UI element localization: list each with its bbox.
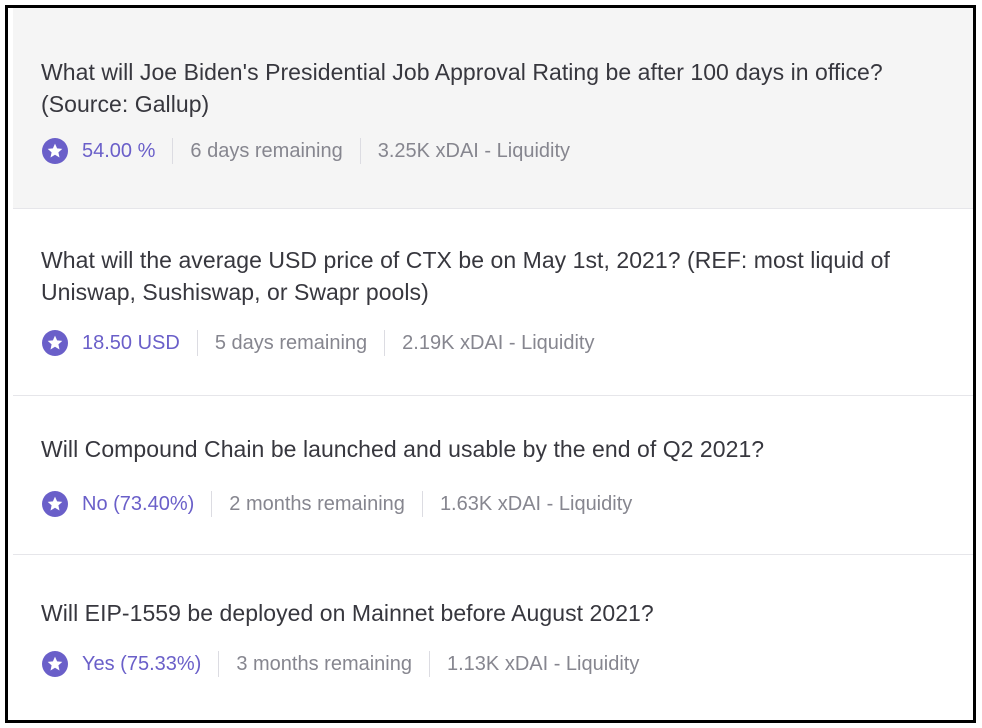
liquidity: 3.25K xDAI - Liquidity [377, 139, 571, 162]
divider [384, 330, 386, 356]
market-title[interactable]: What will the average USD price of CTX b… [41, 244, 945, 308]
time-remaining: 6 days remaining [190, 139, 343, 162]
divider [429, 651, 430, 677]
outcome-value: Yes (75.33%) [82, 652, 202, 675]
liquidity: 1.13K xDAI - Liquidity [447, 652, 640, 675]
liquidity: 1.63K xDAI - Liquidity [439, 492, 633, 515]
market-title[interactable]: What will Joe Biden's Presidential Job A… [41, 56, 945, 120]
market-title[interactable]: Will EIP-1559 be deployed on Mainnet bef… [41, 597, 945, 629]
divider [211, 491, 213, 517]
star-icon [42, 491, 68, 517]
outcome-value: 18.50 USD [82, 331, 180, 354]
market-card[interactable]: What will Joe Biden's Presidential Job A… [13, 8, 973, 209]
market-list: What will Joe Biden's Presidential Job A… [13, 8, 973, 720]
divider [359, 138, 361, 164]
time-remaining: 3 months remaining [236, 652, 412, 675]
star-icon [42, 330, 68, 356]
star-icon [42, 138, 68, 164]
outcome-value: No (73.40%) [82, 492, 195, 515]
market-meta: No (73.40%) 2 months remaining 1.63K xDA… [42, 490, 632, 518]
divider [196, 330, 198, 356]
market-meta: 18.50 USD 5 days remaining 2.19K xDAI - … [42, 329, 594, 357]
liquidity: 2.19K xDAI - Liquidity [402, 331, 595, 354]
market-card[interactable]: Will Compound Chain be launched and usab… [13, 396, 973, 555]
market-meta: 54.00 % 6 days remaining 3.25K xDAI - Li… [42, 137, 570, 165]
divider [218, 651, 220, 677]
divider [421, 491, 423, 517]
star-icon [42, 651, 68, 677]
market-card[interactable]: What will the average USD price of CTX b… [13, 209, 973, 396]
market-list-frame: What will Joe Biden's Presidential Job A… [5, 5, 976, 723]
time-remaining: 5 days remaining [214, 331, 368, 354]
divider [172, 138, 174, 164]
market-title[interactable]: Will Compound Chain be launched and usab… [41, 433, 945, 465]
market-meta: Yes (75.33%) 3 months remaining 1.13K xD… [42, 650, 639, 678]
time-remaining: 2 months remaining [229, 492, 405, 515]
market-card[interactable]: Will EIP-1559 be deployed on Mainnet bef… [13, 555, 973, 720]
outcome-value: 54.00 % [82, 139, 156, 162]
